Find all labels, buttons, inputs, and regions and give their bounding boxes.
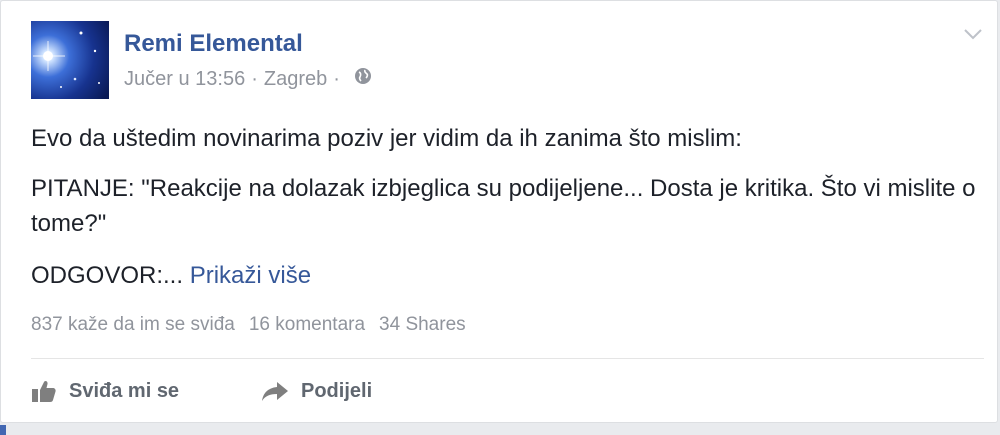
bottom-accent: [0, 425, 6, 435]
comments-count[interactable]: 16 komentara: [249, 314, 365, 335]
post-paragraph: Evo da uštedim novinarima poziv jer vidi…: [31, 125, 742, 152]
post-paragraph-text: ODGOVOR:...: [31, 262, 184, 289]
see-more-link[interactable]: Prikaži više: [190, 262, 311, 289]
likes-count[interactable]: 837 kaže da im se sviđa: [31, 314, 235, 335]
chevron-down-icon[interactable]: [959, 23, 987, 45]
post-timestamp[interactable]: Jučer u 13:56: [124, 68, 245, 91]
share-button-label: Podijeli: [301, 379, 373, 402]
like-button-label: Sviđa mi se: [69, 379, 180, 402]
author-name[interactable]: Remi Elemental: [124, 30, 303, 58]
post-card: Remi Elemental Jučer u 13:56 · Zagreb · …: [0, 0, 998, 423]
avatar-image: [31, 21, 109, 99]
meta-separator: ·: [251, 67, 258, 90]
thumbs-up-icon: [31, 379, 57, 403]
post-location[interactable]: Zagreb: [264, 68, 327, 91]
meta-separator: ·: [333, 67, 340, 90]
share-arrow-icon: [261, 380, 289, 402]
share-button[interactable]: Podijeli: [261, 375, 372, 407]
globe-icon[interactable]: [354, 67, 372, 91]
divider: [31, 358, 984, 359]
post-meta: Jučer u 13:56 · Zagreb ·: [124, 67, 372, 91]
post-paragraph: ODGOVOR:... Prikaži više: [31, 258, 986, 293]
post-paragraph: PITANJE: "Reakcije na dolazak izbjeglica…: [31, 175, 976, 237]
avatar[interactable]: [31, 21, 109, 99]
shares-count[interactable]: 34 Shares: [379, 314, 466, 335]
like-button[interactable]: Sviđa mi se: [31, 375, 179, 407]
post-stats: 837 kaže da im se sviđa 16 komentara 34 Sh…: [31, 314, 466, 336]
